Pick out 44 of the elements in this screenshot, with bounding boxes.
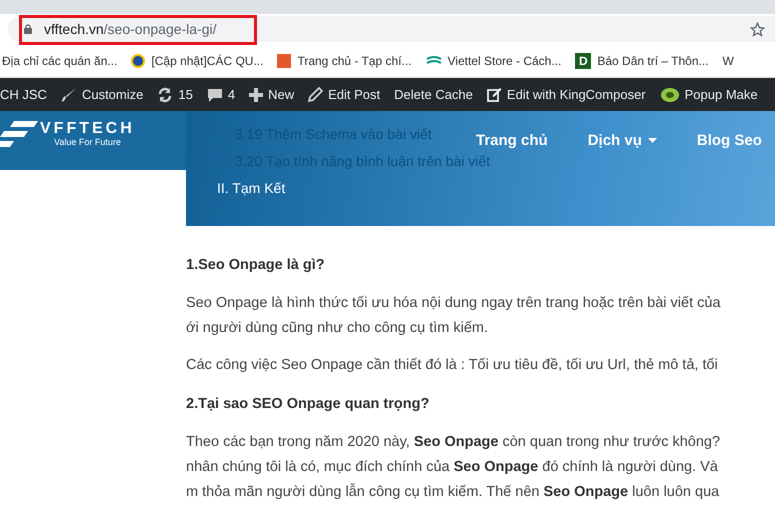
paragraph-line: Theo các bạn trong năm 2020 này, Seo Onpage còn quan trong như trước không? (186, 433, 722, 452)
address-bar[interactable]: vfftech.vn/seo-onpage-la-gi/ (8, 16, 775, 42)
caret-icon (648, 138, 657, 143)
bookmark[interactable]: D Báo Dân trí – Thôn... (575, 52, 709, 68)
bookmark[interactable]: Địa chỉ các quán ăn... (2, 54, 118, 68)
admin-bar-item[interactable]: Delete Cache (394, 87, 473, 102)
swirl-icon (426, 54, 442, 66)
paragraph-line: Seo Onpage là hình thức tối ưu hóa nội dung ngay trên trang hoặc trên bài viết của (186, 294, 722, 313)
nav-link[interactable]: Dịch vụ (588, 132, 657, 149)
admin-bar-item[interactable]: CH JSC (0, 87, 47, 102)
logo-mark-icon (0, 120, 38, 146)
toc-item[interactable]: II. Tạm Kết (217, 175, 286, 201)
admin-bar-item[interactable]: Popup Make (660, 86, 758, 102)
url-text: vfftech.vn/seo-onpage-la-gi/ (44, 21, 218, 37)
admin-bar-item[interactable]: 15 (157, 86, 193, 102)
admin-bar-item[interactable]: Edit Post (308, 87, 380, 102)
ring-icon (660, 86, 680, 102)
section-heading: 2.Tại sao SEO Onpage quan trọng? (186, 395, 430, 414)
plus-icon (249, 88, 264, 102)
star-icon[interactable] (750, 22, 765, 36)
section-heading: 1.Seo Onpage là gì? (186, 256, 326, 275)
paragraph-line: m thỏa mãn người dùng lẫn công cụ tìm kiếm. Thế nên Seo Onpage luôn luôn qua (186, 482, 720, 502)
bookmark[interactable]: Trang chủ - Tạp chí... (277, 54, 412, 68)
lock-icon (24, 24, 32, 34)
logo-text: VFFTECH (40, 120, 135, 137)
admin-bar-item[interactable]: Edit with KingComposer (486, 87, 646, 102)
bookmark[interactable]: [Cập nhật]CÁC QU... (131, 54, 264, 68)
paragraph-line: nhân chúng tôi là có, mục đích chính của Seo Onpage đó chính là người dùng. Và (186, 458, 719, 477)
bookmark[interactable]: W (722, 54, 734, 68)
square-icon (277, 54, 292, 68)
pencil-icon (308, 87, 324, 102)
bookmark[interactable]: Viettel Store - Cách... (426, 54, 562, 68)
admin-bar-item[interactable]: Customize (60, 86, 144, 102)
paragraph-line: ới người dùng cũng như cho công cụ tìm kiếm. (186, 319, 490, 338)
nav-link[interactable]: Trang chủ (476, 132, 548, 149)
admin-bar-item[interactable]: New (249, 87, 294, 102)
badge-icon (131, 54, 146, 68)
brush-icon (60, 86, 77, 102)
logo-tagline: Value For Future (53, 137, 122, 147)
edit-icon (486, 87, 502, 102)
admin-bar-item[interactable]: 4 (206, 86, 236, 102)
paragraph-line: Các công việc Seo Onpage cần thiết đó là : Tối ưu tiêu đề, tối ưu Url, thẻ mô tả, tối (186, 356, 719, 375)
refresh-icon (157, 86, 174, 102)
comment-icon (206, 86, 223, 102)
